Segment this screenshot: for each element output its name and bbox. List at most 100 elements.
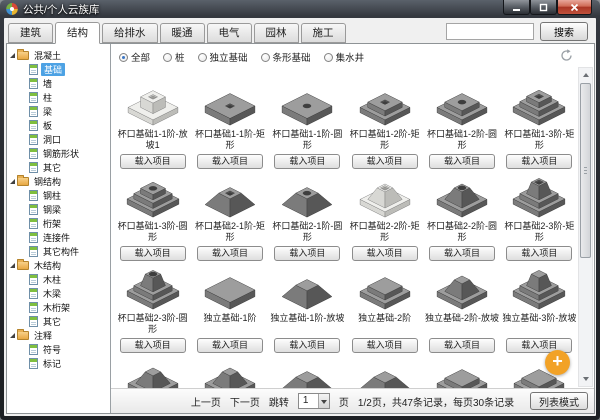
item-thumbnail[interactable] <box>122 82 184 128</box>
tree-item[interactable]: 钢梁 <box>7 202 110 216</box>
next-page-link[interactable]: 下一页 <box>230 394 260 409</box>
category-tree: 混凝土基础墙柱梁板洞口钢筋形状其它钢结构钢柱钢梁桁架连接件其它构件木结构木柱木梁… <box>7 44 111 413</box>
scroll-down-icon[interactable] <box>579 372 592 386</box>
load-project-button[interactable]: 载入项目 <box>506 154 572 169</box>
tree-group-hunningtu[interactable]: 混凝土 <box>7 48 110 62</box>
load-project-button[interactable]: 载入项目 <box>197 338 263 353</box>
prev-page-link[interactable]: 上一页 <box>191 394 221 409</box>
item-thumbnail[interactable] <box>354 266 416 312</box>
item-thumbnail[interactable] <box>276 174 338 220</box>
item-label: 独立基础-2阶-放坡 <box>424 313 500 336</box>
load-project-button[interactable]: 载入项目 <box>429 338 495 353</box>
load-project-button[interactable]: 载入项目 <box>197 154 263 169</box>
filter-radio-pile[interactable]: 桩 <box>163 50 185 64</box>
vertical-scrollbar[interactable] <box>578 67 593 387</box>
tree-item[interactable]: 柱 <box>7 90 110 104</box>
minimize-button[interactable] <box>503 0 530 15</box>
list-mode-button[interactable]: 列表模式 <box>530 392 588 410</box>
load-project-button[interactable]: 载入项目 <box>352 154 418 169</box>
item-thumbnail[interactable] <box>431 266 493 312</box>
page-select[interactable]: 1 <box>298 393 330 409</box>
item-thumbnail[interactable] <box>122 174 184 220</box>
close-button[interactable] <box>557 0 592 15</box>
filter-radio-strip[interactable]: 条形基础 <box>261 50 311 64</box>
tree-item[interactable]: 钢筋形状 <box>7 146 110 160</box>
item-thumbnail[interactable] <box>199 358 261 389</box>
item-thumbnail[interactable] <box>354 82 416 128</box>
item-thumbnail[interactable] <box>508 266 570 312</box>
tree-item[interactable]: 木柱 <box>7 272 110 286</box>
tree-item[interactable]: 墙 <box>7 76 110 90</box>
library-item-partial <box>423 354 500 389</box>
tree-item[interactable]: 其它 <box>7 314 110 328</box>
item-thumbnail[interactable] <box>199 82 261 128</box>
item-thumbnail[interactable] <box>276 82 338 128</box>
tab-jianzhu[interactable]: 建筑 <box>8 23 53 43</box>
tab-dianqi[interactable]: 电气 <box>207 23 252 43</box>
tab-shigong[interactable]: 施工 <box>301 23 346 43</box>
tab-geipaishui[interactable]: 给排水 <box>102 23 158 43</box>
tree-expand-icon[interactable] <box>10 263 15 268</box>
load-project-button[interactable]: 载入项目 <box>274 246 340 261</box>
titlebar[interactable]: 公共/个人云族库 <box>0 0 600 18</box>
tree-item[interactable]: 符号 <box>7 342 110 356</box>
item-thumbnail[interactable] <box>508 174 570 220</box>
load-project-button[interactable]: 载入项目 <box>197 246 263 261</box>
search-button[interactable]: 搜索 <box>540 22 588 41</box>
filter-radio-independent[interactable]: 独立基础 <box>198 50 248 64</box>
item-thumbnail[interactable] <box>431 82 493 128</box>
maximize-button[interactable] <box>530 0 557 15</box>
tree-group-mujiegou[interactable]: 木结构 <box>7 258 110 272</box>
tree-item[interactable]: 木梁 <box>7 286 110 300</box>
tree-item[interactable]: 其它 <box>7 160 110 174</box>
document-icon <box>29 78 38 89</box>
filter-radio-sump[interactable]: 集水井 <box>324 50 365 64</box>
item-thumbnail[interactable] <box>431 174 493 220</box>
tab-nuantong[interactable]: 暖通 <box>160 23 205 43</box>
item-thumbnail[interactable] <box>354 174 416 220</box>
load-project-button[interactable]: 载入项目 <box>120 246 186 261</box>
tree-item[interactable]: 木桁架 <box>7 300 110 314</box>
load-project-button[interactable]: 载入项目 <box>429 154 495 169</box>
scrollbar-thumb[interactable] <box>580 83 591 258</box>
library-item: 独立基础-1阶载入项目 <box>191 262 268 354</box>
load-project-button[interactable]: 载入项目 <box>352 338 418 353</box>
tree-item[interactable]: 梁 <box>7 104 110 118</box>
tree-item[interactable]: 连接件 <box>7 230 110 244</box>
load-project-button[interactable]: 载入项目 <box>506 246 572 261</box>
item-thumbnail[interactable] <box>276 358 338 389</box>
item-thumbnail[interactable] <box>508 82 570 128</box>
tree-item[interactable]: 板 <box>7 118 110 132</box>
load-project-button[interactable]: 载入项目 <box>120 338 186 353</box>
item-thumbnail[interactable] <box>122 266 184 312</box>
tree-item[interactable]: 基础 <box>7 62 110 76</box>
tree-expand-icon[interactable] <box>10 179 15 184</box>
add-button[interactable]: + <box>545 350 570 375</box>
filter-radio-all[interactable]: 全部 <box>119 50 150 64</box>
item-thumbnail[interactable] <box>122 358 184 389</box>
tree-group-gangjiegou[interactable]: 钢结构 <box>7 174 110 188</box>
load-project-button[interactable]: 载入项目 <box>274 154 340 169</box>
item-thumbnail[interactable] <box>199 174 261 220</box>
refresh-icon[interactable] <box>560 49 573 62</box>
tab-yuanlin[interactable]: 园林 <box>254 23 299 43</box>
tree-expand-icon[interactable] <box>10 53 15 58</box>
tab-jiegou[interactable]: 结构 <box>55 22 100 44</box>
tree-group-zhushi[interactable]: 注释 <box>7 328 110 342</box>
search-input[interactable] <box>446 23 534 40</box>
tree-item[interactable]: 洞口 <box>7 132 110 146</box>
tree-item[interactable]: 其它构件 <box>7 244 110 258</box>
load-project-button[interactable]: 载入项目 <box>352 246 418 261</box>
load-project-button[interactable]: 载入项目 <box>274 338 340 353</box>
item-thumbnail[interactable] <box>354 358 416 389</box>
tree-item[interactable]: 标记 <box>7 356 110 370</box>
load-project-button[interactable]: 载入项目 <box>429 246 495 261</box>
tree-item[interactable]: 桁架 <box>7 216 110 230</box>
tree-item[interactable]: 钢柱 <box>7 188 110 202</box>
item-thumbnail[interactable] <box>276 266 338 312</box>
item-thumbnail[interactable] <box>199 266 261 312</box>
item-thumbnail[interactable] <box>431 358 493 389</box>
scroll-up-icon[interactable] <box>579 68 592 82</box>
load-project-button[interactable]: 载入项目 <box>120 154 186 169</box>
tree-expand-icon[interactable] <box>10 333 15 338</box>
